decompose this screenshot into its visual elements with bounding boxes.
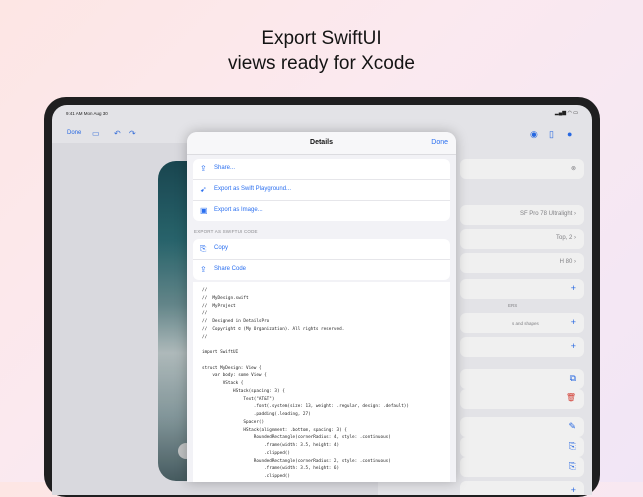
code-line: HStack(alignment: .bottom, spacing: 3) { xyxy=(202,427,347,433)
share-icon: ⇪ xyxy=(200,265,207,274)
section-title: EXPORT AS SWIFTUI CODE xyxy=(194,229,258,234)
copy-icon: ⎘ xyxy=(200,244,207,253)
code-line: Spacer() xyxy=(202,419,265,425)
headline-line-2: views ready for Xcode xyxy=(228,53,415,74)
sheet-title: Details xyxy=(310,139,333,146)
code-preview[interactable]: // // MyDesign.swift // MyProject // // … xyxy=(193,282,450,482)
sheet-done-button[interactable]: Done xyxy=(431,139,448,146)
code-text: // // MyDesign.swift // MyProject // // … xyxy=(193,282,450,481)
code-line: .clipped() xyxy=(202,474,290,479)
export-playground-action[interactable]: ➹ Export as Swift Playground... xyxy=(193,180,450,201)
code-line: // xyxy=(202,311,208,317)
marketing-headline: Export SwiftUI views ready for Xcode xyxy=(0,26,643,76)
code-line: Text("AT&T") xyxy=(202,396,275,402)
code-line: .frame(width: 3.5, height: 6) xyxy=(202,466,340,472)
code-line: // Copyright © (My Organization). All ri… xyxy=(202,326,345,332)
image-icon: ▣ xyxy=(200,206,208,215)
share-code-label: Share Code xyxy=(214,266,247,272)
code-line: // xyxy=(202,334,208,340)
copy-label: Copy xyxy=(214,245,229,251)
code-line: // MyProject xyxy=(202,303,236,309)
share-code-action[interactable]: ⇪ Share Code xyxy=(193,260,450,280)
code-line: .clipped() xyxy=(202,450,290,456)
code-line: // Designed in DetailsPro xyxy=(202,319,270,324)
code-line: .font(.system(size: 13, weight: .regular… xyxy=(202,404,409,410)
share-action[interactable]: ⇪ Share... xyxy=(193,159,450,180)
export-image-label: Export as Image... xyxy=(214,207,263,213)
copy-action[interactable]: ⎘ Copy xyxy=(193,239,450,260)
code-line: .padding(.leading, 27) xyxy=(202,412,311,417)
export-playground-label: Export as Swift Playground... xyxy=(214,186,292,192)
code-line: var body: some View { xyxy=(202,373,267,379)
details-sheet: Details Done ⇪ Share... ➹ Export as Swif… xyxy=(187,132,456,482)
code-line: VStack { xyxy=(202,381,244,386)
swift-icon: ➹ xyxy=(200,185,207,194)
code-line: RoundedRectangle(cornerRadius: 2, style:… xyxy=(202,458,391,464)
headline-line-1: Export SwiftUI xyxy=(261,28,382,49)
export-image-action[interactable]: ▣ Export as Image... xyxy=(193,201,450,221)
code-line: .frame(width: 3.5, height: 4) xyxy=(202,443,340,448)
export-actions-group: ⇪ Share... ➹ Export as Swift Playground.… xyxy=(193,159,450,221)
code-line: // xyxy=(202,288,208,293)
code-actions-group: ⎘ Copy ⇪ Share Code xyxy=(193,239,450,280)
code-line: HStack(spacing: 3) { xyxy=(202,388,285,394)
sheet-header: Details Done xyxy=(187,132,456,155)
code-line: import SwiftUI xyxy=(202,350,239,355)
code-line: // MyDesign.swift xyxy=(202,295,249,301)
share-icon: ⇪ xyxy=(200,164,207,173)
code-line: struct MyDesign: View { xyxy=(202,365,262,371)
code-line: RoundedRectangle(cornerRadius: 4, style:… xyxy=(202,435,391,441)
share-label: Share... xyxy=(214,165,236,171)
